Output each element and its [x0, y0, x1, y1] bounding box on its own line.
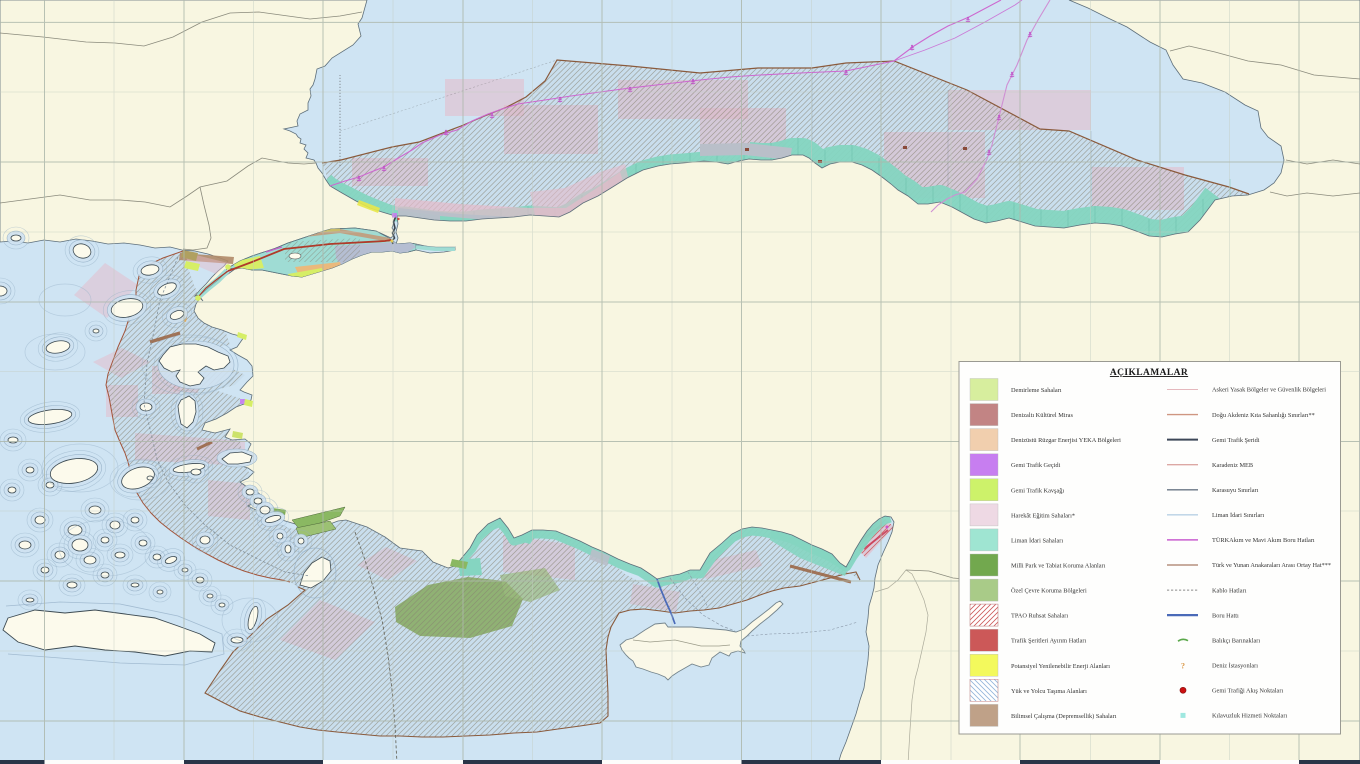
svg-text:Kılavuzluk Hizmeti Noktaları: Kılavuzluk Hizmeti Noktaları — [1212, 713, 1287, 720]
svg-text:Potansiyel Yenilenebilir Enerj: Potansiyel Yenilenebilir Enerji Alanları — [1011, 663, 1110, 670]
svg-text:Gemi Trafiği Akış Noktaları: Gemi Trafiği Akış Noktaları — [1212, 688, 1283, 695]
svg-text:AÇIKLAMALAR: AÇIKLAMALAR — [1110, 368, 1188, 378]
svg-text:Doğu Akdeniz Kıta Sahanlığı Sı: Doğu Akdeniz Kıta Sahanlığı Sınırları** — [1212, 412, 1315, 419]
svg-text:Bilimsel Çalışma (Depremsellik: Bilimsel Çalışma (Depremsellik) Sahaları — [1011, 713, 1117, 720]
svg-text:Yük ve Yolcu Taşıma Alanları: Yük ve Yolcu Taşıma Alanları — [1011, 688, 1087, 695]
svg-text:?: ? — [1181, 661, 1185, 670]
svg-text:TPAO Ruhsat Sahaları: TPAO Ruhsat Sahaları — [1011, 613, 1068, 620]
svg-text:Denizüstü Rüzgar Enerjisi YEKA: Denizüstü Rüzgar Enerjisi YEKA Bölgeleri — [1011, 437, 1121, 444]
svg-text:Milli Park ve Tabiat Koruma Al: Milli Park ve Tabiat Koruma Alanları — [1011, 563, 1106, 570]
svg-text:Gemi Trafik Kavşağı: Gemi Trafik Kavşağı — [1011, 487, 1064, 494]
svg-text:TÜRKAkım ve Mavi Akım Boru Hat: TÜRKAkım ve Mavi Akım Boru Hatları — [1212, 537, 1315, 544]
svg-text:Harekât Eğitim Sahaları*: Harekât Eğitim Sahaları* — [1011, 512, 1075, 519]
svg-text:Askeri Yasak Bölgeler ve Güven: Askeri Yasak Bölgeler ve Güvenlik Bölgel… — [1212, 387, 1326, 394]
svg-text:Liman İdari Sahaları: Liman İdari Sahaları — [1011, 537, 1063, 544]
svg-text:Balıkçı Barınakları: Balıkçı Barınakları — [1212, 637, 1260, 644]
svg-text:Türk ve Yunan Anakaraları Aras: Türk ve Yunan Anakaraları Arası Ortay Ha… — [1212, 562, 1331, 569]
svg-text:Denizaltı Kültürel Miras: Denizaltı Kültürel Miras — [1011, 412, 1073, 419]
svg-text:Karadeniz MEB: Karadeniz MEB — [1212, 462, 1253, 469]
svg-text:Gemi Trafik Geçidi: Gemi Trafik Geçidi — [1011, 462, 1061, 469]
svg-text:Liman İdari Sınırları: Liman İdari Sınırları — [1212, 512, 1264, 519]
svg-text:Gemi Trafik Şeridi: Gemi Trafik Şeridi — [1212, 437, 1260, 444]
svg-text:Deniz İstasyonları: Deniz İstasyonları — [1212, 663, 1258, 670]
svg-text:Karasuyu Sınırları: Karasuyu Sınırları — [1212, 487, 1259, 494]
svg-text:Kablo Hatları: Kablo Hatları — [1212, 587, 1247, 594]
svg-text:Boru Hattı: Boru Hattı — [1212, 612, 1239, 619]
svg-text:Özel Çevre Koruma Bölgeleri: Özel Çevre Koruma Bölgeleri — [1011, 588, 1087, 595]
svg-text:Demirleme Sahaları: Demirleme Sahaları — [1011, 387, 1062, 394]
svg-text:Trafik Şeritleri Ayırım Hatlar: Trafik Şeritleri Ayırım Hatları — [1011, 638, 1087, 645]
